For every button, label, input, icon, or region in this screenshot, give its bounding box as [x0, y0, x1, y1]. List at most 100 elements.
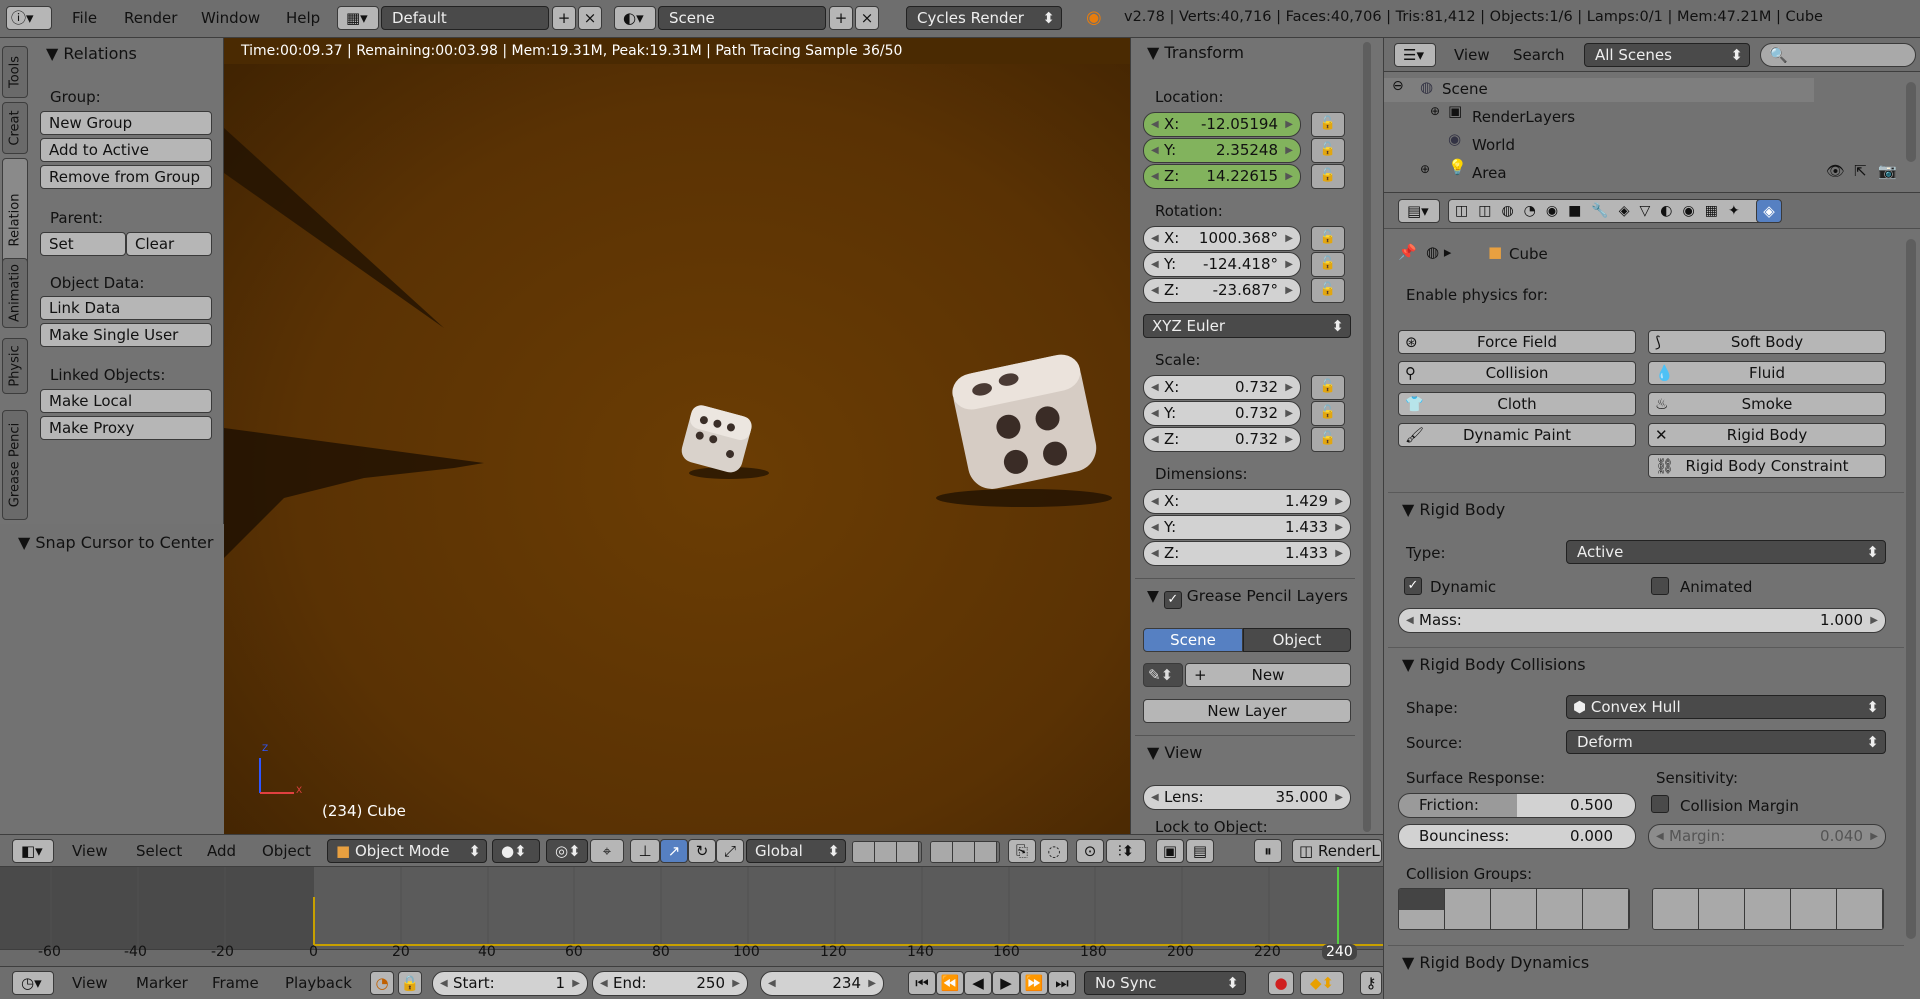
dynamic-checkbox[interactable]: ✓: [1404, 577, 1422, 595]
lock-location-x-icon[interactable]: 🔓: [1311, 112, 1345, 137]
tab-animation[interactable]: Animatio: [2, 258, 28, 328]
bounciness-field[interactable]: Bounciness: 0.000: [1398, 824, 1636, 849]
properties-scrollbar[interactable]: [1906, 239, 1916, 939]
lock-rotation-y-icon[interactable]: 🔓: [1311, 252, 1345, 277]
renderlayers-expand-icon[interactable]: ⊕: [1430, 104, 1440, 118]
tab-physics[interactable]: Physic: [2, 338, 28, 394]
auto-keyframe-icon[interactable]: ●: [1268, 971, 1294, 995]
scene-close-icon[interactable]: ×: [855, 6, 879, 30]
scale-z-field[interactable]: ◀ Z: 0.732 ▶: [1143, 427, 1301, 452]
shape-select[interactable]: ⬢ Convex Hull ⬍: [1566, 695, 1886, 719]
rb-type-select[interactable]: Active ⬍: [1566, 540, 1886, 564]
layers-grid-a[interactable]: [852, 841, 922, 863]
lock-scale-z-icon[interactable]: 🔓: [1311, 427, 1345, 452]
collision-groups-a[interactable]: [1398, 888, 1630, 930]
cloth-button[interactable]: 👕 Cloth: [1398, 392, 1636, 416]
menu-file[interactable]: File: [72, 9, 97, 27]
timeline-menu-playback[interactable]: Playback: [285, 974, 352, 992]
lock-camera-icon[interactable]: ⎘: [1008, 839, 1036, 863]
preview-range-icon[interactable]: ◔: [370, 971, 394, 995]
new-group-button[interactable]: New Group: [40, 111, 212, 135]
gp-new-layer-button[interactable]: New Layer: [1143, 699, 1351, 723]
menu-render[interactable]: Render: [124, 9, 177, 27]
lock-frame-range-icon[interactable]: 🔒: [398, 971, 422, 995]
scene-add-icon[interactable]: +: [829, 6, 853, 30]
rotation-y-field[interactable]: ◀ Y: -124.418° ▶: [1143, 252, 1301, 277]
play-reverse-icon[interactable]: ◀: [964, 971, 992, 995]
collision-margin-checkbox[interactable]: [1651, 795, 1669, 813]
mode-select[interactable]: ■ Object Mode ⬍: [327, 839, 487, 863]
area-expand-icon[interactable]: ⊕: [1420, 162, 1430, 176]
timeline[interactable]: -60 -40 -20 0 20 40 60 80 100 120 140 16…: [0, 867, 1383, 966]
outliner-item-area[interactable]: Area: [1472, 164, 1507, 182]
menu-view-3d[interactable]: View: [72, 842, 108, 860]
menu-help[interactable]: Help: [286, 9, 320, 27]
scene-expand-icon[interactable]: ⊖: [1392, 78, 1404, 94]
tab-grease-pencil[interactable]: Grease Penci: [2, 410, 28, 520]
editor-type-button[interactable]: ◧▾: [12, 839, 54, 863]
collision-button[interactable]: ⚲ Collision: [1398, 361, 1636, 385]
opengl-anim-icon[interactable]: ▤: [1186, 839, 1214, 863]
properties-editor-type-button[interactable]: ▤▾: [1398, 199, 1440, 223]
location-x-field[interactable]: ◀ X: -12.05194 ▶: [1143, 112, 1301, 137]
pin-icon[interactable]: 📌: [1398, 243, 1417, 261]
lock-rotation-z-icon[interactable]: 🔓: [1311, 278, 1345, 303]
outliner-item-world[interactable]: World: [1472, 136, 1515, 154]
translate-manipulator-icon[interactable]: ↗: [660, 839, 688, 863]
snap-cursor-panel-header[interactable]: ▼ Snap Cursor to Center: [18, 533, 213, 552]
outliner-editor-type-button[interactable]: ☰▾: [1394, 43, 1436, 67]
parent-clear-button[interactable]: Clear: [126, 232, 212, 256]
tab-create[interactable]: Creat: [2, 102, 28, 154]
location-z-field[interactable]: ◀ Z: 14.22615 ▶: [1143, 164, 1301, 189]
timeline-menu-marker[interactable]: Marker: [136, 974, 188, 992]
dynamic-paint-button[interactable]: 🖌 Dynamic Paint: [1398, 423, 1636, 447]
soft-body-button[interactable]: ⟆ Soft Body: [1648, 330, 1886, 354]
source-select[interactable]: Deform ⬍: [1566, 730, 1886, 754]
jump-start-icon[interactable]: ⏮: [908, 971, 936, 995]
outliner-search-field[interactable]: 🔍: [1760, 43, 1916, 67]
scene-field[interactable]: Scene: [658, 6, 826, 30]
rigid-body-collisions-panel-header[interactable]: ▼ Rigid Body Collisions: [1402, 655, 1586, 674]
gp-brush-icon[interactable]: ✎⬍: [1143, 663, 1183, 687]
menu-window[interactable]: Window: [201, 9, 260, 27]
play-icon[interactable]: ▶: [992, 971, 1020, 995]
layers-grid-b[interactable]: [930, 841, 1000, 863]
scene-icon-button[interactable]: ◐▾: [614, 6, 656, 30]
lens-field[interactable]: ◀ Lens: 35.000 ▶: [1143, 785, 1351, 810]
scale-manipulator-icon[interactable]: ⤢: [716, 839, 744, 863]
context-tabs[interactable]: ◫◫◍◔◉■🔧◈▽◐◉▦✦: [1448, 199, 1778, 223]
visibility-eye-icon[interactable]: 👁: [1826, 162, 1845, 180]
lock-location-y-icon[interactable]: 🔓: [1311, 138, 1345, 163]
jump-end-icon[interactable]: ⏭: [1048, 971, 1076, 995]
end-frame-field[interactable]: ◀ End: 250 ▶: [592, 971, 748, 996]
menu-object[interactable]: Object: [262, 842, 311, 860]
grease-pencil-panel-header[interactable]: ▼ ✓ Grease Pencil Layers: [1147, 587, 1348, 609]
outliner-item-renderlayers[interactable]: RenderLayers: [1472, 108, 1575, 126]
scale-x-field[interactable]: ◀ X: 0.732 ▶: [1143, 375, 1301, 400]
selectability-cursor-icon[interactable]: ⇱: [1854, 162, 1867, 180]
keyframe-insert-icon[interactable]: ⚷: [1360, 971, 1382, 995]
transform-panel-header[interactable]: ▼ Transform: [1147, 43, 1244, 62]
dimension-y-field[interactable]: ◀ Y: 1.433 ▶: [1143, 515, 1351, 540]
timeline-menu-frame[interactable]: Frame: [212, 974, 259, 992]
render-engine-select[interactable]: Cycles Render ⬍: [906, 6, 1062, 30]
view-panel-header[interactable]: ▼ View: [1147, 743, 1202, 762]
tab-tools[interactable]: Tools: [2, 46, 28, 98]
outliner-scrollbar[interactable]: [1906, 82, 1916, 162]
keying-set-icon[interactable]: ◆⬍: [1300, 971, 1344, 995]
mass-field[interactable]: ◀ Mass: 1.000 ▶: [1398, 608, 1886, 633]
snap-element-icon[interactable]: ⊙: [1076, 839, 1104, 863]
layout-close-icon[interactable]: ×: [578, 6, 602, 30]
snap-toggle[interactable]: ⌖: [590, 839, 624, 863]
lock-scale-x-icon[interactable]: 🔓: [1311, 375, 1345, 400]
dimension-x-field[interactable]: ◀ X: 1.429 ▶: [1143, 489, 1351, 514]
outliner-display-select[interactable]: All Scenes ⬍: [1584, 43, 1750, 67]
friction-field[interactable]: Friction: 0.500: [1398, 793, 1636, 818]
start-frame-field[interactable]: ◀ Start: 1 ▶: [432, 971, 588, 996]
outliner-menu-view[interactable]: View: [1454, 46, 1490, 64]
timeline-editor-type-button[interactable]: ◷▾: [12, 971, 54, 995]
pivot-select[interactable]: ◎⬍: [546, 839, 588, 863]
dimension-z-field[interactable]: ◀ Z: 1.433 ▶: [1143, 541, 1351, 566]
current-frame-field[interactable]: ◀ 234 ▶: [760, 971, 884, 996]
viewport-3d[interactable]: Time:00:09.37 | Remaining:00:03.98 | Mem…: [224, 38, 1130, 834]
